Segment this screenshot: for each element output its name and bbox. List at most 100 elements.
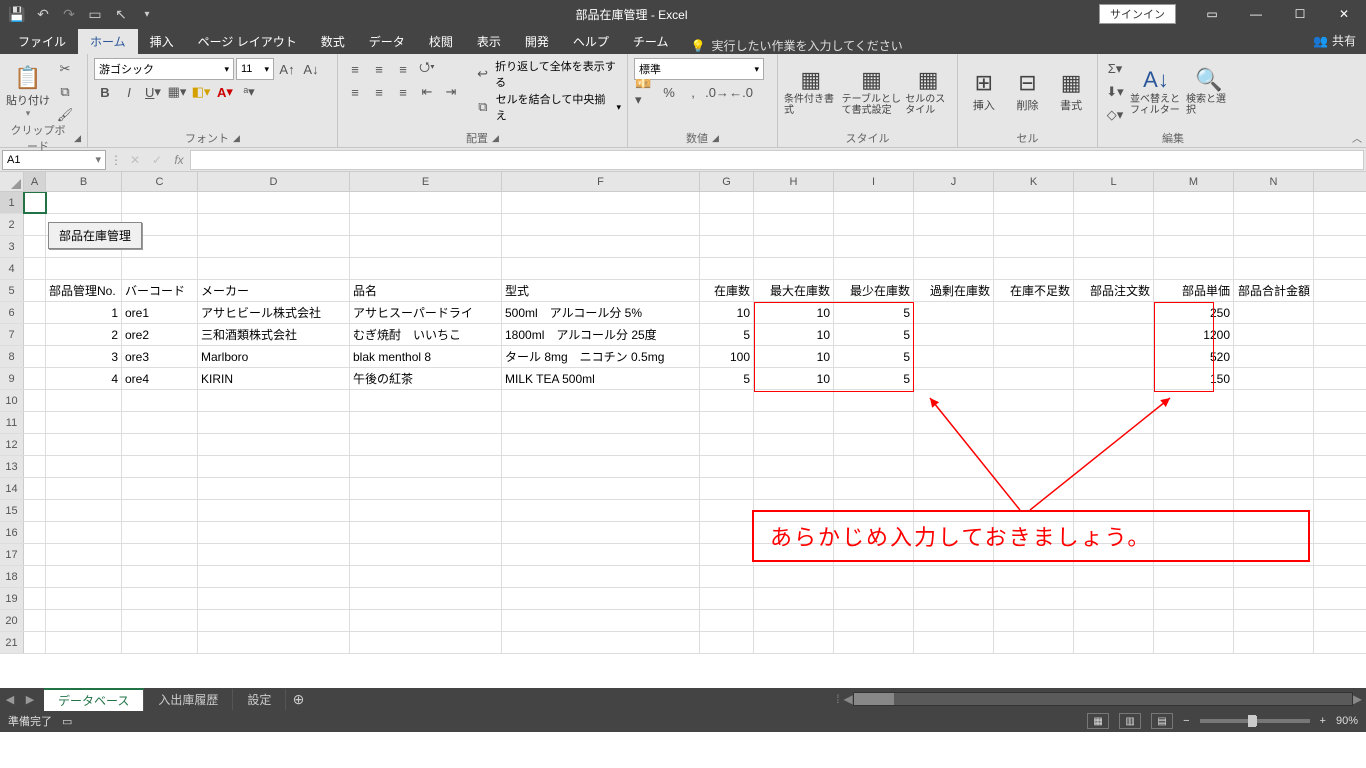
cell[interactable]: メーカー xyxy=(198,280,350,301)
enter-formula-icon[interactable]: ✓ xyxy=(146,153,168,167)
row-header[interactable]: 3 xyxy=(0,236,24,257)
col-header[interactable]: C xyxy=(122,172,198,191)
tab-developer[interactable]: 開発 xyxy=(513,29,561,54)
col-header[interactable]: M xyxy=(1154,172,1234,191)
insert-cells-button[interactable]: ⊞挿入 xyxy=(964,58,1004,124)
cell[interactable]: 過剰在庫数 xyxy=(914,280,994,301)
sort-filter-button[interactable]: A↓並べ替えとフィルター xyxy=(1130,58,1182,124)
merge-center-button[interactable]: ⧉セルを結合して中央揃え▾ xyxy=(472,91,621,123)
format-cells-button[interactable]: ▦書式 xyxy=(1051,58,1091,124)
orientation-icon[interactable]: ⭯▾ xyxy=(416,58,438,80)
decrease-decimal-icon[interactable]: ←.0 xyxy=(730,81,752,103)
inventory-form-button[interactable]: 部品在庫管理 xyxy=(48,222,142,249)
horizontal-scrollbar[interactable]: ⁞ ◀ ▶ xyxy=(310,692,1366,706)
cancel-formula-icon[interactable]: ✕ xyxy=(124,153,146,167)
increase-font-icon[interactable]: A↑ xyxy=(276,58,298,80)
col-header[interactable]: D xyxy=(198,172,350,191)
tab-file[interactable]: ファイル xyxy=(6,29,78,54)
tab-formulas[interactable]: 数式 xyxy=(309,29,357,54)
cell-styles-button[interactable]: ▦セルのスタイル xyxy=(905,58,951,124)
cell[interactable]: 最大在庫数 xyxy=(754,280,834,301)
select-all-button[interactable] xyxy=(0,172,24,191)
zoom-in-icon[interactable]: + xyxy=(1320,715,1326,727)
align-right-icon[interactable]: ≡ xyxy=(392,81,414,103)
maximize-icon[interactable]: ☐ xyxy=(1278,0,1322,28)
cell[interactable]: 在庫数 xyxy=(700,280,754,301)
row-header[interactable]: 2 xyxy=(0,214,24,235)
undo-icon[interactable]: ↶ xyxy=(32,3,54,25)
cell[interactable]: バーコード xyxy=(122,280,198,301)
sheet-nav-prev-icon[interactable]: ◀ xyxy=(0,693,20,706)
increase-indent-icon[interactable]: ⇥ xyxy=(440,81,462,103)
worksheet-grid[interactable]: 1 2 3 4 5 部品管理No. バーコード メーカー 品名 型式 在庫数 最… xyxy=(0,192,1366,688)
autosum-icon[interactable]: Σ▾ xyxy=(1104,58,1126,80)
col-header[interactable]: L xyxy=(1074,172,1154,191)
cell[interactable]: 部品管理No. xyxy=(46,280,122,301)
currency-icon[interactable]: 💴▾ xyxy=(634,81,656,103)
formula-input[interactable] xyxy=(190,150,1364,170)
tab-home[interactable]: ホーム xyxy=(78,29,138,54)
cell[interactable]: 部品合計金額 xyxy=(1234,280,1314,301)
row-header[interactable]: 5 xyxy=(0,280,24,301)
decrease-font-icon[interactable]: A↓ xyxy=(300,58,322,80)
font-name-select[interactable]: 游ゴシック▾ xyxy=(94,58,234,80)
cursor-icon[interactable]: ↖ xyxy=(110,3,132,25)
row-header[interactable]: 7 xyxy=(0,324,24,345)
font-color-button[interactable]: A▾ xyxy=(214,81,236,103)
new-sheet-button[interactable]: ⊕ xyxy=(286,691,310,708)
cell[interactable]: 部品注文数 xyxy=(1074,280,1154,301)
row-header[interactable]: 4 xyxy=(0,258,24,279)
ribbon-options-icon[interactable]: ▭ xyxy=(1190,0,1234,28)
cell[interactable]: 在庫不足数 xyxy=(994,280,1074,301)
align-middle-icon[interactable]: ≡ xyxy=(368,58,390,80)
sheet-tab-settings[interactable]: 設定 xyxy=(233,689,286,710)
tab-help[interactable]: ヘルプ xyxy=(561,29,621,54)
tell-me-search[interactable]: 💡 実行したい作業を入力してください xyxy=(691,37,903,54)
border-button[interactable]: ▦▾ xyxy=(166,81,188,103)
col-header[interactable]: F xyxy=(502,172,700,191)
zoom-out-icon[interactable]: − xyxy=(1183,715,1189,727)
tab-pagelayout[interactable]: ページ レイアウト xyxy=(186,29,309,54)
find-select-button[interactable]: 🔍検索と選択 xyxy=(1186,58,1232,124)
conditional-format-button[interactable]: ▦条件付き書式 xyxy=(784,58,838,124)
page-layout-view-icon[interactable]: ▥ xyxy=(1119,713,1141,729)
page-break-view-icon[interactable]: ▤ xyxy=(1151,713,1173,729)
signin-button[interactable]: サインイン xyxy=(1099,4,1176,24)
col-header[interactable]: J xyxy=(914,172,994,191)
fill-icon[interactable]: ⬇▾ xyxy=(1104,81,1126,103)
col-header[interactable]: I xyxy=(834,172,914,191)
paste-button[interactable]: 📋 貼り付け ▾ xyxy=(6,58,50,124)
delete-cells-button[interactable]: ⊟削除 xyxy=(1008,58,1048,124)
col-header[interactable]: N xyxy=(1234,172,1314,191)
clear-icon[interactable]: ◇▾ xyxy=(1104,104,1126,126)
tab-data[interactable]: データ xyxy=(357,29,417,54)
normal-view-icon[interactable]: ▦ xyxy=(1087,713,1109,729)
font-size-select[interactable]: 11▾ xyxy=(236,58,274,80)
scrollbar-thumb[interactable] xyxy=(854,693,894,705)
touch-mode-icon[interactable]: ▭ xyxy=(84,3,106,25)
fill-color-button[interactable]: ◧▾ xyxy=(190,81,212,103)
align-bottom-icon[interactable]: ≡ xyxy=(392,58,414,80)
col-header[interactable]: A xyxy=(24,172,46,191)
cell[interactable]: 品名 xyxy=(350,280,502,301)
share-button[interactable]: 👥 共有 xyxy=(1313,32,1356,49)
copy-icon[interactable]: ⧉ xyxy=(54,81,76,103)
decrease-indent-icon[interactable]: ⇤ xyxy=(416,81,438,103)
cell[interactable]: 最少在庫数 xyxy=(834,280,914,301)
cell[interactable]: 部品単価 xyxy=(1154,280,1234,301)
col-header[interactable]: E xyxy=(350,172,502,191)
row-header[interactable]: 9 xyxy=(0,368,24,389)
align-left-icon[interactable]: ≡ xyxy=(344,81,366,103)
cell[interactable]: 型式 xyxy=(502,280,700,301)
italic-button[interactable]: I xyxy=(118,81,140,103)
col-header[interactable]: G xyxy=(700,172,754,191)
close-icon[interactable]: ✕ xyxy=(1322,0,1366,28)
redo-icon[interactable]: ↷ xyxy=(58,3,80,25)
minimize-icon[interactable]: — xyxy=(1234,0,1278,28)
sheet-tab-history[interactable]: 入出庫履歴 xyxy=(144,689,233,710)
tab-insert[interactable]: 挿入 xyxy=(138,29,186,54)
bold-button[interactable]: B xyxy=(94,81,116,103)
fx-icon[interactable]: fx xyxy=(168,153,190,167)
collapse-ribbon-icon[interactable]: ︿ xyxy=(1352,130,1362,145)
row-header[interactable]: 6 xyxy=(0,302,24,323)
